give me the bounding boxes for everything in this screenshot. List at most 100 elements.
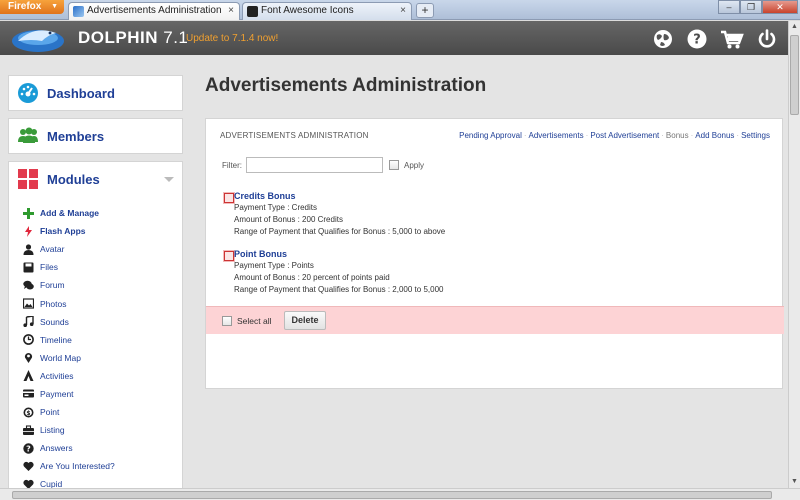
entry-range: Range of Payment that Qualifies for Bonu… — [234, 285, 444, 294]
chevron-down-icon[interactable] — [164, 176, 174, 182]
globe-icon[interactable] — [652, 28, 674, 50]
browser-tab-bar: Firefox ▼ Advertisements Administration … — [0, 0, 800, 20]
sidebar-item-modules[interactable]: Modules — [9, 162, 182, 196]
apply-checkbox[interactable] — [389, 160, 399, 170]
module-item-add-manage[interactable]: Add & Manage — [9, 204, 182, 222]
module-item-label: Point — [40, 407, 60, 418]
link-bonus-active: Bonus — [665, 131, 689, 140]
link-post-advertisement[interactable]: Post Advertisement — [590, 131, 659, 140]
clock-icon — [23, 334, 34, 346]
module-item-point[interactable]: $ Point — [9, 403, 182, 421]
power-icon[interactable] — [756, 28, 778, 50]
module-item-label: Flash Apps — [40, 226, 86, 237]
panel-nav-links: Pending Approval · Advertisements · Post Adv… — [459, 131, 770, 140]
bonus-entry: Credits Bonus Payment Type : Credits Amo… — [222, 191, 502, 239]
close-window-icon[interactable]: ✕ — [762, 0, 798, 14]
scroll-up-icon[interactable]: ▲ — [789, 21, 800, 33]
advertisements-panel: ADVERTISEMENTS ADMINISTRATION Pending Ap… — [205, 118, 784, 389]
vertical-scrollbar[interactable]: ▲ ▼ — [788, 21, 800, 488]
delete-button[interactable]: Delete — [284, 311, 326, 330]
module-item-files[interactable]: Files — [9, 258, 182, 276]
briefcase-icon — [23, 425, 34, 436]
point-icon: $ — [23, 407, 34, 418]
site-header: DOLPHIN 7.1 Update to 7.1.4 now! ? — [0, 21, 788, 55]
vertical-scroll-thumb[interactable] — [790, 35, 799, 115]
link-settings[interactable]: Settings — [741, 131, 770, 140]
module-item-world-map[interactable]: World Map — [9, 349, 182, 367]
credit-card-icon — [23, 388, 34, 399]
module-item-label: Cupid — [40, 479, 63, 488]
firefox-menu-label: Firefox — [8, 1, 42, 12]
module-item-flash-apps[interactable]: Flash Apps — [9, 222, 182, 240]
actions-bar: Select all Delete — [206, 306, 784, 334]
dolphin-favicon-icon — [73, 6, 84, 17]
entry-range: Range of Payment that Qualifies for Bonu… — [234, 227, 446, 236]
picture-icon — [23, 298, 34, 309]
module-item-label: Sounds — [40, 316, 69, 327]
link-add-bonus[interactable]: Add Bonus — [695, 131, 734, 140]
entry-checkbox[interactable] — [224, 193, 234, 203]
minimize-icon[interactable]: – — [718, 0, 740, 14]
horizontal-scroll-thumb[interactable] — [12, 491, 772, 499]
sidebar-label-dashboard: Dashboard — [47, 85, 115, 101]
link-pending-approval[interactable]: Pending Approval — [459, 131, 522, 140]
module-item-sounds[interactable]: Sounds — [9, 313, 182, 331]
filter-input[interactable] — [246, 157, 383, 173]
filter-label: Filter: — [222, 160, 242, 170]
apply-label: Apply — [404, 160, 425, 170]
entry-payment-type: Payment Type : Credits — [234, 203, 317, 212]
disk-icon — [23, 262, 34, 273]
modules-list: Add & Manage Flash Apps Avatar Files For… — [9, 202, 182, 488]
flag-favicon-icon — [247, 6, 258, 17]
module-item-label: Timeline — [40, 334, 72, 345]
new-tab-button[interactable]: + — [416, 3, 434, 18]
horizontal-scrollbar[interactable] — [0, 488, 800, 500]
tab-title: Font Awesome Icons — [261, 5, 354, 16]
module-item-answers[interactable]: ? Answers — [9, 439, 182, 457]
entry-checkbox[interactable] — [224, 251, 234, 261]
update-link[interactable]: Update to 7.1.4 now! — [186, 33, 278, 44]
module-item-activities[interactable]: Activities — [9, 367, 182, 385]
tab-close-icon[interactable]: × — [228, 3, 234, 19]
page-content: Dashboard Members Modules Add & Manage F… — [0, 55, 788, 488]
module-item-listing[interactable]: Listing — [9, 421, 182, 439]
module-item-are-you-interested[interactable]: Are You Interested? — [9, 457, 182, 475]
heart-icon — [23, 461, 34, 472]
sidebar-item-dashboard[interactable]: Dashboard — [8, 75, 183, 111]
select-all-control[interactable]: Select all — [222, 316, 272, 326]
brand-name: DOLPHIN — [78, 28, 158, 47]
panel-title: ADVERTISEMENTS ADMINISTRATION — [220, 131, 369, 140]
browser-tab-font-awesome[interactable]: Font Awesome Icons × — [242, 2, 412, 20]
module-item-label: Add & Manage — [40, 208, 100, 219]
modules-grid-icon — [18, 169, 38, 189]
bonus-entry: Point Bonus Payment Type : Points Amount… — [222, 249, 502, 297]
restore-icon[interactable]: ❐ — [740, 0, 762, 14]
link-advertisements[interactable]: Advertisements — [529, 131, 584, 140]
entry-title-link[interactable]: Credits Bonus — [234, 191, 296, 201]
help-icon[interactable]: ? — [686, 28, 708, 50]
entry-blank-box — [448, 277, 486, 297]
module-item-payment[interactable]: Payment — [9, 385, 182, 403]
firefox-menu-button[interactable]: Firefox ▼ — [0, 0, 64, 14]
heart-icon — [23, 479, 34, 488]
cart-icon[interactable] — [720, 28, 744, 50]
module-item-timeline[interactable]: Timeline — [9, 331, 182, 349]
scroll-down-icon[interactable]: ▼ — [789, 476, 800, 488]
module-item-cupid[interactable]: Cupid — [9, 475, 182, 488]
module-item-label: Photos — [40, 298, 67, 309]
module-item-label: Answers — [40, 443, 73, 454]
entry-title-link[interactable]: Point Bonus — [234, 249, 287, 259]
tab-title: Advertisements Administration — [87, 5, 222, 16]
module-item-avatar[interactable]: Avatar — [9, 240, 182, 258]
tab-close-icon[interactable]: × — [400, 3, 406, 19]
activities-icon — [23, 370, 34, 382]
module-item-forum[interactable]: Forum — [9, 276, 182, 294]
chevron-down-icon: ▼ — [51, 3, 58, 10]
browser-tab-advertisements[interactable]: Advertisements Administration × — [68, 2, 240, 20]
dolphin-logo-icon[interactable] — [8, 21, 68, 53]
entry-amount: Amount of Bonus : 200 Credits — [234, 215, 343, 224]
brand-title[interactable]: DOLPHIN 7.1 — [78, 28, 188, 48]
select-all-checkbox[interactable] — [222, 316, 232, 326]
sidebar-item-members[interactable]: Members — [8, 118, 183, 154]
module-item-photos[interactable]: Photos — [9, 294, 182, 312]
